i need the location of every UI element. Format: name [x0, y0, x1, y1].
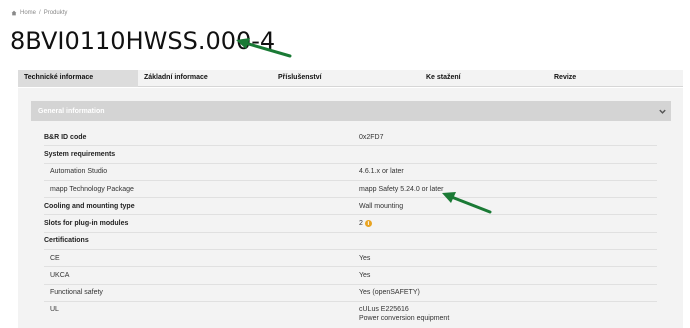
spec-key: UL — [50, 305, 59, 313]
tab-bar: Technické informace Základní informace P… — [18, 70, 683, 87]
slot-count: 2 — [359, 220, 363, 228]
spec-key: Cooling and mounting type — [44, 202, 135, 210]
info-icon[interactable]: i — [364, 220, 372, 228]
spec-key: CE — [50, 254, 60, 262]
table-row: Functional safety Yes (openSAFETY) — [44, 285, 657, 302]
spec-value: 0x2FD7 — [359, 133, 384, 141]
spec-value: mapp Safety 5.24.0 or later — [359, 185, 444, 193]
breadcrumb: Home / Produkty — [11, 10, 67, 16]
chevron-down-icon[interactable] — [658, 107, 667, 116]
table-row: Slots for plug-in modules 2 i — [44, 215, 657, 233]
spec-key: Certifications — [44, 237, 89, 245]
spec-value: Wall mounting — [359, 202, 404, 210]
table-row: B&R ID code 0x2FD7 — [44, 129, 657, 147]
table-row: Cooling and mounting type Wall mounting — [44, 198, 657, 216]
section-title: General information — [38, 107, 105, 115]
spec-value: Yes — [359, 254, 371, 262]
annotation-arrow-title — [236, 38, 292, 58]
table-row: CE Yes — [44, 250, 657, 268]
breadcrumb-separator: / — [39, 10, 41, 16]
table-row: System requirements — [44, 146, 657, 164]
spec-key: UKCA — [50, 272, 70, 280]
table-row: Automation Studio 4.6.1.x or later — [44, 164, 657, 181]
tab-technical-information[interactable]: Technické informace — [18, 70, 138, 87]
specs-table: B&R ID code 0x2FD7 System requirements A… — [44, 129, 657, 328]
tab-accessories[interactable]: Příslušenství — [272, 70, 420, 87]
ul-certificate-number: cULus E225616 — [359, 305, 409, 313]
spec-key: Functional safety — [50, 289, 103, 297]
tab-revisions[interactable]: Revize — [548, 70, 628, 87]
section-header-general-information[interactable]: General information — [31, 101, 671, 121]
tab-basic-information[interactable]: Základní informace — [138, 70, 272, 87]
table-row: UKCA Yes — [44, 267, 657, 285]
spec-value-with-info: 2 i — [359, 220, 372, 228]
spec-value: 4.6.1.x or later — [359, 168, 404, 176]
tab-downloads[interactable]: Ke stažení — [420, 70, 548, 87]
breadcrumb-home-link[interactable]: Home — [20, 10, 36, 16]
table-row: UL cULus E225616 Power conversion equipm… — [44, 302, 657, 328]
spec-value: Yes (openSAFETY) — [359, 289, 420, 297]
spec-value-multiline: cULus E225616 Power conversion equipment — [359, 306, 449, 322]
ul-certificate-category: Power conversion equipment — [359, 314, 450, 322]
spec-key: Automation Studio — [50, 168, 108, 176]
breadcrumb-products-link[interactable]: Produkty — [44, 10, 68, 16]
spec-key: B&R ID code — [44, 133, 87, 141]
spec-value: Yes — [359, 272, 371, 280]
table-row: Certifications — [44, 233, 657, 251]
spec-key: System requirements — [44, 150, 116, 158]
table-row: mapp Technology Package mapp Safety 5.24… — [44, 181, 657, 199]
annotation-arrow-mapp-safety — [442, 192, 492, 214]
spec-key: Slots for plug-in modules — [44, 220, 129, 228]
home-icon — [11, 10, 17, 16]
spec-key: mapp Technology Package — [50, 185, 134, 193]
technical-info-panel: General information B&R ID code 0x2FD7 S… — [18, 88, 683, 328]
